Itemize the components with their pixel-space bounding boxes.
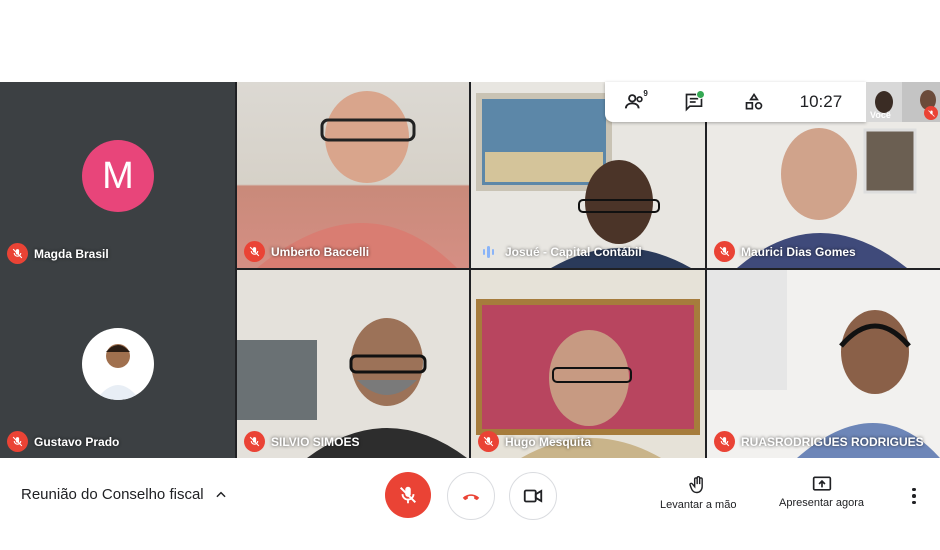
speaking-icon — [478, 241, 499, 262]
participant-name: Hugo Mesquita — [505, 434, 591, 449]
participant-name: Maurici Dias Gomes — [741, 244, 856, 259]
camera-toggle-button[interactable] — [509, 472, 557, 520]
avatar-initial: M — [102, 154, 134, 197]
mic-off-icon — [924, 106, 938, 120]
meeting-details-toggle[interactable]: Reunião do Conselho fiscal — [21, 486, 228, 503]
raise-hand-label: Levantar a mão — [660, 499, 737, 511]
more-options-button[interactable] — [904, 484, 924, 508]
participant-name: SILVIO SIMOES — [271, 434, 360, 449]
participant-tile-hugo[interactable]: Hugo Mesquita — [471, 270, 705, 458]
meeting-clock: 10:27 — [799, 92, 843, 111]
hand-icon — [689, 476, 704, 494]
participant-tile-magda[interactable]: M Magda Brasil — [0, 82, 235, 270]
mic-off-icon — [714, 241, 735, 262]
microphone-toggle-button[interactable] — [385, 472, 431, 518]
mic-off-icon — [244, 241, 265, 262]
chat-icon[interactable] — [680, 88, 708, 116]
present-icon — [812, 476, 831, 491]
participant-tile-ruasrodrigues[interactable]: RUASRODRIGUES RODRIGUES — [707, 270, 940, 458]
top-toolbar: 9 10:27 — [605, 82, 866, 122]
hang-up-icon — [462, 494, 480, 501]
leave-call-button[interactable] — [447, 472, 495, 520]
video-feed — [237, 270, 469, 458]
present-now-button[interactable]: Apresentar agora — [779, 474, 864, 509]
activities-icon[interactable] — [740, 88, 768, 116]
raise-hand-button[interactable]: Levantar a mão — [660, 474, 736, 511]
chevron-up-icon — [216, 491, 226, 497]
participant-tile-umberto[interactable]: Umberto Baccelli — [237, 82, 469, 268]
camera-icon — [523, 489, 543, 503]
mic-off-icon — [7, 243, 28, 264]
meeting-title: Reunião do Conselho fiscal — [21, 486, 204, 503]
mic-off-icon — [478, 431, 499, 452]
video-feed — [707, 270, 940, 458]
avatar: M — [82, 140, 154, 212]
mic-off-icon — [7, 431, 28, 452]
participant-name: Umberto Baccelli — [271, 244, 370, 259]
participant-tile-gustavo[interactable]: Gustavo Prado — [0, 270, 235, 458]
mic-off-icon — [399, 486, 417, 504]
participant-name: Magda Brasil — [34, 246, 109, 261]
mic-off-icon — [244, 431, 265, 452]
mic-off-icon — [714, 431, 735, 452]
participant-tile-maurici[interactable]: Maurici Dias Gomes — [707, 122, 940, 268]
avatar — [82, 328, 154, 400]
participant-name: Gustavo Prado — [34, 434, 120, 449]
participant-tile-silvio[interactable]: SILVIO SIMOES — [237, 270, 469, 458]
self-label: Você — [870, 110, 891, 120]
participant-name: Josué - Capital Contábil — [505, 244, 642, 259]
video-feed — [471, 270, 705, 458]
self-view-tile[interactable]: Você — [866, 82, 940, 122]
more-vert-icon — [912, 487, 916, 492]
participant-count-badge: 9 — [643, 89, 648, 98]
present-now-label: Apresentar agora — [779, 497, 864, 509]
participant-name: RUASRODRIGUES RODRIGUES — [741, 434, 924, 449]
people-icon[interactable]: 9 — [621, 88, 649, 116]
